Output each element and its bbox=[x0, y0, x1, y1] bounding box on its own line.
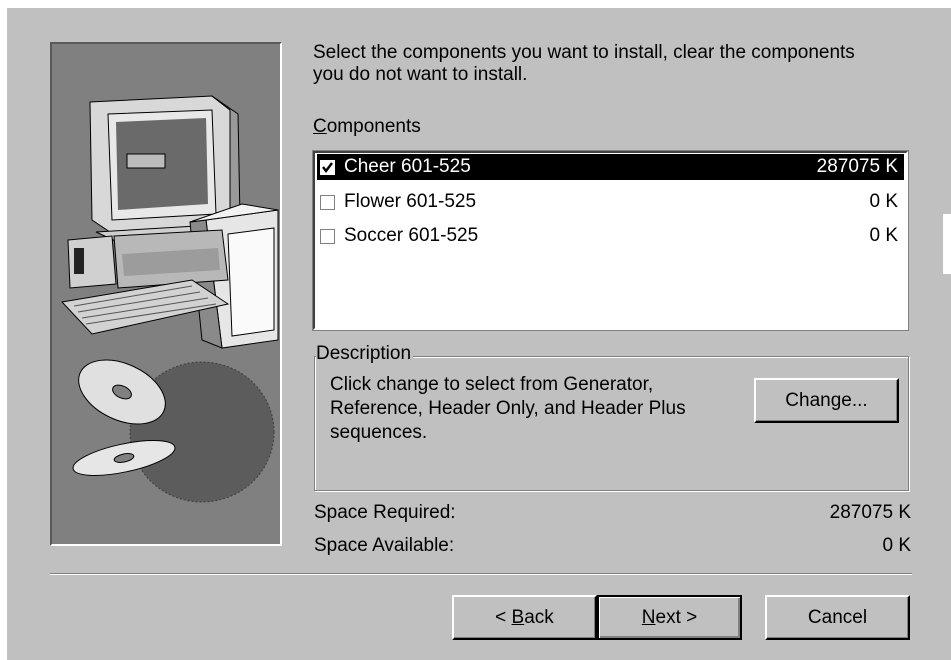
component-checkbox-flower[interactable] bbox=[320, 195, 335, 210]
space-available-value: 0 K bbox=[882, 535, 911, 556]
cancel-button[interactable]: Cancel bbox=[765, 595, 910, 640]
next-button-accelerator: N bbox=[641, 607, 656, 628]
component-size: 0 K bbox=[869, 225, 898, 246]
checkmark-icon bbox=[322, 162, 333, 173]
component-name: Soccer 601-525 bbox=[344, 225, 479, 246]
computer-and-cd-icon bbox=[60, 95, 279, 503]
instructions-line-1: Select the components you want to instal… bbox=[313, 42, 855, 63]
component-name: Cheer 601-525 bbox=[344, 156, 471, 177]
description-group-title: Description bbox=[316, 343, 414, 365]
next-button[interactable]: Next > bbox=[597, 595, 742, 640]
back-button[interactable]: < Back bbox=[452, 595, 597, 640]
space-required-value: 287075 K bbox=[829, 502, 911, 523]
component-item-flower[interactable]: Flower 601-525 0 K bbox=[317, 189, 904, 215]
component-size: 0 K bbox=[869, 191, 898, 212]
instructions-text: Select the components you want to instal… bbox=[313, 42, 855, 86]
left-edge bbox=[0, 0, 7, 660]
components-label: Components bbox=[313, 116, 421, 138]
components-label-accelerator: C bbox=[313, 116, 327, 137]
component-item-soccer[interactable]: Soccer 601-525 0 K bbox=[317, 223, 904, 249]
change-button[interactable]: Change... bbox=[754, 378, 899, 423]
component-item-cheer[interactable]: Cheer 601-525 287075 K bbox=[317, 154, 904, 180]
component-size: 287075 K bbox=[816, 156, 898, 177]
components-list[interactable]: Cheer 601-525 287075 K Flower 601-525 0 … bbox=[312, 150, 909, 331]
description-text: Click change to select from Generator, R… bbox=[330, 374, 686, 443]
setup-dialog: Select the components you want to instal… bbox=[0, 0, 951, 660]
components-label-rest: omponents bbox=[326, 116, 421, 137]
top-edge bbox=[0, 0, 951, 8]
back-button-rest: ack bbox=[524, 607, 554, 628]
right-edge-mark bbox=[943, 214, 951, 274]
back-button-prefix: < bbox=[495, 607, 512, 628]
space-available-label: Space Available: bbox=[314, 535, 455, 556]
space-required-label: Space Required: bbox=[314, 502, 456, 523]
component-checkbox-soccer[interactable] bbox=[320, 229, 335, 244]
setup-illustration bbox=[50, 42, 282, 546]
back-button-accelerator: B bbox=[511, 607, 525, 628]
component-name: Flower 601-525 bbox=[344, 191, 477, 212]
separator-highlight bbox=[50, 574, 912, 575]
next-button-rest: ext > bbox=[655, 607, 698, 628]
component-checkbox-cheer[interactable] bbox=[320, 160, 335, 175]
instructions-line-2: you do not want to install. bbox=[313, 64, 528, 85]
